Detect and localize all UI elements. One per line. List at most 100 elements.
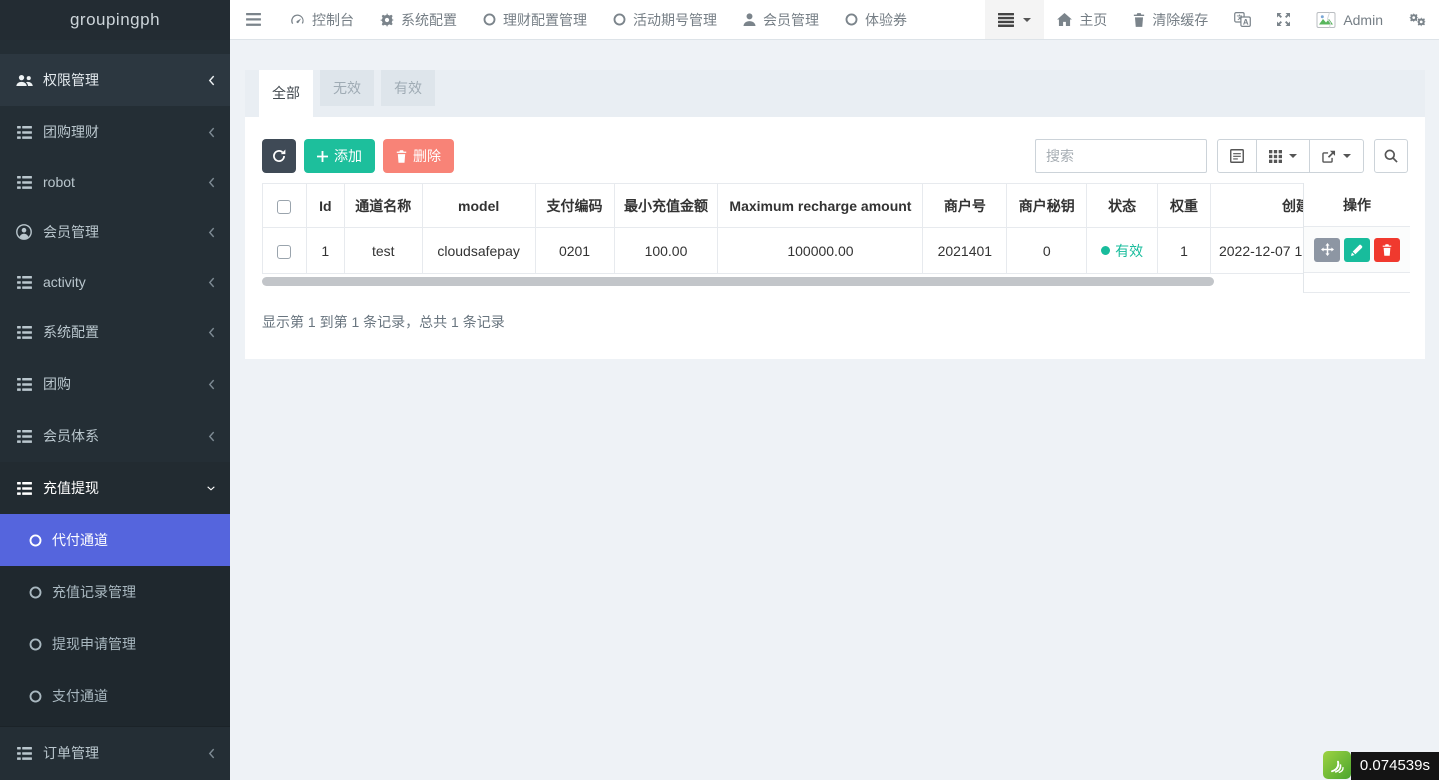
col-channel-name[interactable]: 通道名称 xyxy=(344,184,422,228)
language-switch-button[interactable] xyxy=(1221,0,1264,39)
search-icon xyxy=(1384,149,1398,163)
sidebar-subitem-payout-channel[interactable]: 代付通道 xyxy=(0,514,230,566)
sidebar-toggle-button[interactable] xyxy=(230,0,277,39)
row-delete-button[interactable] xyxy=(1374,238,1400,262)
nav-item-members[interactable]: 会员管理 xyxy=(730,0,832,39)
sidebar-item-recharge-withdraw[interactable]: 充值提现 xyxy=(0,462,230,514)
sidebar-item-member-system[interactable]: 会员体系 xyxy=(0,410,230,462)
cell-status: 有效 xyxy=(1087,228,1158,274)
nav-item-label: 控制台 xyxy=(312,10,354,30)
horizontal-scrollbar[interactable] xyxy=(262,277,1214,286)
nav-item-label: 活动期号管理 xyxy=(633,10,717,30)
caret-down-icon xyxy=(1343,154,1351,158)
circle-icon xyxy=(28,534,42,547)
sidebar-item-orders[interactable]: 订单管理 xyxy=(0,726,230,779)
panel-body: 添加 删除 xyxy=(245,117,1425,359)
sidebar-menu: 权限管理 团购理财 robot xyxy=(0,40,230,779)
col-weight[interactable]: 权重 xyxy=(1158,184,1211,228)
fullscreen-button[interactable] xyxy=(1264,0,1303,39)
nav-item-label: 理财配置管理 xyxy=(503,10,587,30)
top-navbar: 控制台 系统配置 理财配置管理 活动期号管理 会员管理 xyxy=(230,0,1439,40)
columns-button[interactable] xyxy=(1257,139,1310,173)
trash-icon xyxy=(396,150,407,163)
home-button[interactable]: 主页 xyxy=(1044,0,1120,39)
nav-item-console[interactable]: 控制台 xyxy=(277,0,367,39)
sidebar-subitem-label: 支付通道 xyxy=(52,686,108,706)
channel-table-zone: Id 通道名称 model 支付编码 最小充值金额 Maximum rechar… xyxy=(262,183,1410,286)
select-all-checkbox[interactable] xyxy=(277,200,291,214)
select-all-header xyxy=(263,184,307,228)
sidebar-item-system-config[interactable]: 系统配置 xyxy=(0,306,230,358)
list-menu-icon xyxy=(998,13,1014,27)
edit-button[interactable] xyxy=(1344,238,1370,262)
search-input[interactable] xyxy=(1035,139,1207,173)
fixed-operations-column: 操作 xyxy=(1303,183,1410,293)
refresh-icon xyxy=(272,149,286,163)
cell-channel-name: test xyxy=(344,228,422,274)
settings-button[interactable] xyxy=(1396,0,1439,39)
debug-time-badge[interactable]: 0.074539s xyxy=(1351,752,1439,780)
circle-icon xyxy=(28,586,42,599)
sidebar-item-label: activity xyxy=(43,274,197,290)
sidebar-subitem-label: 代付通道 xyxy=(52,530,108,550)
sidebar-item-label: 会员管理 xyxy=(43,222,197,242)
sidebar-item-activity[interactable]: activity xyxy=(0,258,230,306)
user-icon xyxy=(743,13,756,26)
clear-cache-button[interactable]: 清除缓存 xyxy=(1120,0,1221,39)
chevron-left-icon xyxy=(207,747,215,759)
col-merchant-key[interactable]: 商户秘钥 xyxy=(1007,184,1087,228)
caret-down-icon xyxy=(1023,18,1031,22)
user-circle-icon xyxy=(15,224,33,240)
col-id[interactable]: Id xyxy=(306,184,344,228)
sidebar-item-group-finance[interactable]: 团购理财 xyxy=(0,106,230,158)
col-merchant-no[interactable]: 商户号 xyxy=(923,184,1007,228)
tab-valid[interactable]: 有效 xyxy=(381,70,435,106)
list-icon xyxy=(15,482,33,495)
thinkphp-logo-icon[interactable] xyxy=(1323,751,1351,779)
table-row[interactable]: 1 test cloudsafepay 0201 100.00 100000.0… xyxy=(263,228,1410,274)
translate-icon xyxy=(1234,12,1251,27)
users-icon xyxy=(15,74,33,87)
sidebar-item-members[interactable]: 会员管理 xyxy=(0,206,230,258)
export-icon xyxy=(1322,150,1336,163)
sidebar-item-group-buy[interactable]: 团购 xyxy=(0,358,230,410)
circle-icon xyxy=(28,638,42,651)
nav-item-finance-config[interactable]: 理财配置管理 xyxy=(470,0,600,39)
row-checkbox[interactable] xyxy=(277,245,291,259)
plus-icon xyxy=(317,151,328,162)
nav-item-voucher[interactable]: 体验券 xyxy=(832,0,920,39)
chevron-left-icon xyxy=(207,326,215,338)
col-model[interactable]: model xyxy=(422,184,535,228)
col-pay-code[interactable]: 支付编码 xyxy=(535,184,614,228)
gear-icon xyxy=(380,13,394,27)
circle-icon xyxy=(845,13,858,26)
sidebar-item-label: 订单管理 xyxy=(43,743,197,763)
tab-all[interactable]: 全部 xyxy=(259,70,313,117)
nav-item-system-config[interactable]: 系统配置 xyxy=(367,0,470,39)
toggle-view-button[interactable] xyxy=(1217,139,1257,173)
tab-invalid[interactable]: 无效 xyxy=(320,70,374,106)
refresh-button[interactable] xyxy=(262,139,296,173)
sidebar-item-robot[interactable]: robot xyxy=(0,158,230,206)
list-icon xyxy=(15,430,33,443)
export-button[interactable] xyxy=(1310,139,1364,173)
row-operations xyxy=(1304,227,1410,273)
content-panel: 全部 无效 有效 添加 xyxy=(245,70,1425,359)
col-min-recharge[interactable]: 最小充值金额 xyxy=(614,184,718,228)
col-status[interactable]: 状态 xyxy=(1087,184,1158,228)
debug-bar: 0.074539s xyxy=(1323,751,1439,780)
sidebar-subitem-withdraw-requests[interactable]: 提现申请管理 xyxy=(0,618,230,670)
tabs-menu-dropdown[interactable] xyxy=(985,0,1044,39)
drag-sort-button[interactable] xyxy=(1314,238,1340,262)
delete-button[interactable]: 删除 xyxy=(383,139,454,173)
sidebar-subitem-payment-channel[interactable]: 支付通道 xyxy=(0,670,230,722)
nav-item-activity-period[interactable]: 活动期号管理 xyxy=(600,0,730,39)
col-max-recharge[interactable]: Maximum recharge amount xyxy=(718,184,923,228)
sidebar-item-label: 充值提现 xyxy=(43,478,197,498)
add-button[interactable]: 添加 xyxy=(304,139,375,173)
search-toggle-button[interactable] xyxy=(1374,139,1408,173)
user-menu[interactable]: Admin xyxy=(1303,0,1396,39)
sidebar-item-permissions[interactable]: 权限管理 xyxy=(0,54,230,106)
status-badge: 有效 xyxy=(1101,241,1143,261)
sidebar-subitem-recharge-records[interactable]: 充值记录管理 xyxy=(0,566,230,618)
